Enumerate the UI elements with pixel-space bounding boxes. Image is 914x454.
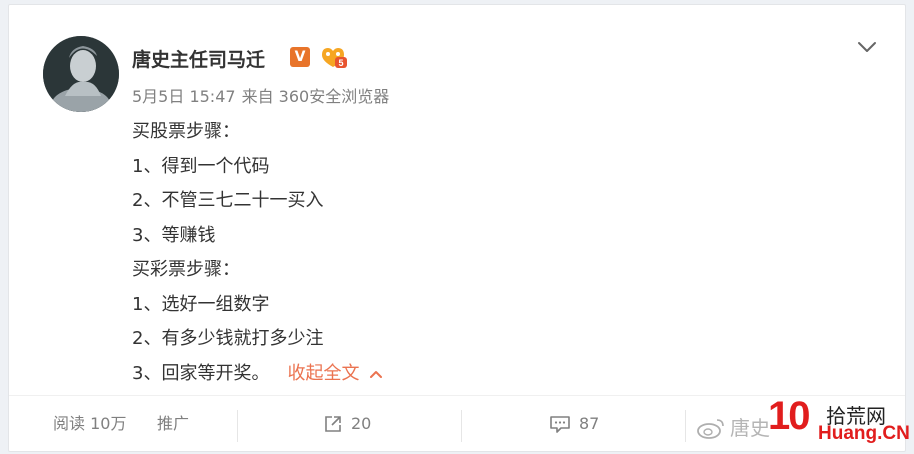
content-line: 买股票步骤： <box>132 121 240 142</box>
repost-button[interactable]: 20 <box>323 396 371 452</box>
chevron-up-icon <box>370 370 383 378</box>
repost-icon <box>325 416 341 432</box>
collapse-label: 收起全文 <box>287 362 360 384</box>
divider <box>237 410 238 442</box>
content-line: 2、有多少钱就打多少注 <box>132 328 324 349</box>
weibo-post-card: 唐史主任司马迁 5 5月5日 15:47 来自 360安全浏览器 买股票步骤： 1… <box>8 4 906 452</box>
content-line: 1、选好一组数字 <box>132 293 270 315</box>
comment-button[interactable]: 87 <box>549 396 599 452</box>
promote-label: 推广 <box>157 414 190 433</box>
divider <box>461 410 462 442</box>
read-count: 阅读 10万 <box>53 414 127 433</box>
chevron-down-icon[interactable] <box>853 37 881 57</box>
comment-icon <box>550 416 570 433</box>
post-date[interactable]: 5月5日 15:47 <box>132 87 236 106</box>
content-line: 买彩票步骤： <box>132 259 240 280</box>
avatar[interactable] <box>43 36 119 112</box>
content-line: 2、不管三七二十一买入 <box>132 190 324 211</box>
vip-v-icon[interactable] <box>290 47 310 67</box>
repost-count: 20 <box>351 414 372 433</box>
svg-text:5: 5 <box>338 58 343 68</box>
post-source: 来自 360安全浏览器 <box>241 87 390 106</box>
collapse-full-text-link[interactable]: 收起全文 <box>287 363 383 384</box>
comment-count: 87 <box>579 414 600 433</box>
avatar-image <box>43 36 119 112</box>
content-line-last: 3、回家等开奖。 收起全文 <box>132 357 383 392</box>
divider <box>685 410 686 442</box>
level-badge-icon[interactable]: 5 <box>318 45 348 69</box>
post-content: 买股票步骤： 1、得到一个代码 2、不管三七二十一买入 3、等赚钱 买彩票步骤：… <box>132 115 383 391</box>
post-footer: 阅读 10万 推广 20 87 <box>9 395 905 451</box>
content-line: 3、等赚钱 <box>132 224 216 246</box>
content-line: 1、得到一个代码 <box>132 155 270 177</box>
post-meta: 5月5日 15:47 来自 360安全浏览器 <box>132 83 395 107</box>
promote-button[interactable]: 推广 <box>157 396 189 452</box>
content-line-text: 3、回家等开奖。 <box>132 362 270 384</box>
user-name[interactable]: 唐史主任司马迁 <box>132 45 265 72</box>
